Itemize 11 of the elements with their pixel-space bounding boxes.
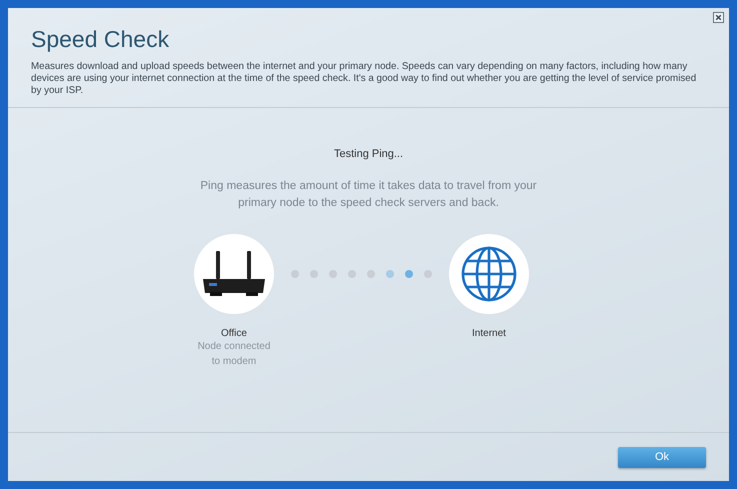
ok-button[interactable]: Ok <box>618 446 706 468</box>
node-detail: Node connected to modem <box>196 340 272 369</box>
dialog-description: Measures download and upload speeds between the internet and your primary node. Speeds can vary depending on many factors, including how many devices are using your internet connection at the time of the speed check. It's a good way to find out whether you are getting the level of service promised by your ISP. <box>31 61 698 97</box>
dialog-title: Speed Check <box>31 26 170 53</box>
node-name: Office <box>221 328 247 339</box>
globe-icon <box>461 246 517 302</box>
node-name: Internet <box>472 328 506 339</box>
test-status: Testing Ping... <box>334 148 404 160</box>
close-icon[interactable] <box>713 12 724 23</box>
router-icon <box>201 249 267 299</box>
test-explanation: Ping measures the amount of time it takes data to travel from your primary node to the speed check servers and back. <box>199 179 538 211</box>
